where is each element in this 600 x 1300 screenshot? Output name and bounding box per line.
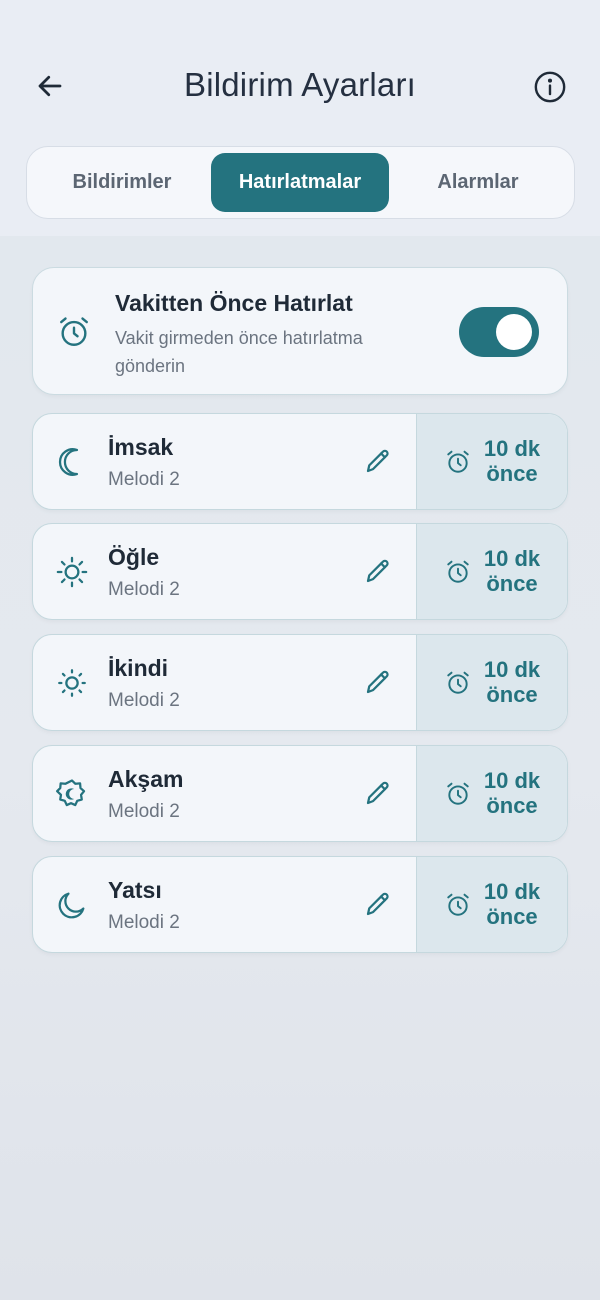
- prayer-card-imsak: İmsak Melodi 2 10 dk önce: [32, 413, 568, 510]
- reminder-description: Vakit girmeden önce hatırlatma gönderin: [115, 328, 363, 376]
- tab-bildirimler[interactable]: Bildirimler: [33, 153, 211, 212]
- alarm-clock-icon: [447, 893, 469, 916]
- sun-icon: [56, 556, 88, 588]
- alarm-clock-icon: [447, 450, 469, 473]
- alarm-clock-icon: [60, 317, 88, 346]
- moon-crescent-icon: [58, 448, 79, 476]
- offset-button[interactable]: 10 dk önce: [416, 857, 567, 952]
- edit-pencil-icon[interactable]: [363, 446, 393, 476]
- tab-bar: Bildirimler Hatırlatmalar Alarmlar: [26, 146, 575, 219]
- edit-pencil-icon[interactable]: [363, 667, 393, 697]
- offset-button[interactable]: 10 dk önce: [416, 746, 567, 841]
- prayer-melody: Melodi 2: [108, 801, 180, 822]
- edit-pencil-icon[interactable]: [363, 889, 393, 919]
- prayer-name: İkindi: [108, 655, 169, 681]
- switch-knob: [496, 314, 532, 350]
- prayer-card-aksam: Akşam Melodi 2 10 dk önce: [32, 745, 568, 842]
- offset-text: 10 dk önce: [483, 546, 541, 596]
- prayer-name: Öğle: [108, 544, 160, 570]
- edit-pencil-icon[interactable]: [363, 556, 393, 586]
- page-title: Bildirim Ayarları: [183, 66, 416, 103]
- prayer-melody: Melodi 2: [108, 469, 180, 490]
- tab-hatirlatmalar[interactable]: Hatırlatmalar: [211, 153, 389, 212]
- prayer-melody: Melodi 2: [108, 579, 180, 600]
- alarm-clock-icon: [447, 671, 469, 694]
- moon-icon: [58, 892, 85, 919]
- app-header: Bildirim Ayarları Bildirimler Hatırlatma…: [0, 0, 600, 236]
- alarm-clock-icon: [447, 782, 469, 805]
- info-icon: [534, 71, 566, 103]
- edit-pencil-icon[interactable]: [363, 778, 393, 808]
- reminder-switch[interactable]: [459, 307, 539, 357]
- prayer-name: İmsak: [108, 434, 174, 460]
- offset-button[interactable]: 10 dk önce: [416, 414, 567, 509]
- prayer-melody: Melodi 2: [108, 690, 180, 711]
- offset-text: 10 dk önce: [483, 768, 541, 818]
- offset-text: 10 dk önce: [483, 879, 541, 929]
- prayer-melody: Melodi 2: [108, 912, 180, 933]
- tab-alarmlar[interactable]: Alarmlar: [389, 153, 567, 212]
- alarm-clock-icon: [447, 560, 469, 583]
- prayer-card-ogle: Öğle Melodi 2 10 dk önce: [32, 523, 568, 620]
- prayer-name: Yatsı: [108, 877, 162, 903]
- prayer-card-ikindi: İkindi Melodi 2 10 dk önce: [32, 634, 568, 731]
- offset-text: 10 dk önce: [483, 657, 541, 707]
- offset-button[interactable]: 10 dk önce: [416, 635, 567, 730]
- offset-text: 10 dk önce: [483, 436, 541, 486]
- reminder-toggle-card: Vakitten Önce Hatırlat Vakit girmeden ön…: [32, 267, 568, 395]
- offset-button[interactable]: 10 dk önce: [416, 524, 567, 619]
- sunset-moon-badge-icon: [55, 779, 86, 807]
- sun-small-icon: [58, 669, 86, 697]
- info-button[interactable]: [531, 68, 569, 106]
- prayer-name: Akşam: [108, 766, 184, 792]
- reminder-title: Vakitten Önce Hatırlat: [115, 290, 353, 316]
- prayer-card-yatsi: Yatsı Melodi 2 10 dk önce: [32, 856, 568, 953]
